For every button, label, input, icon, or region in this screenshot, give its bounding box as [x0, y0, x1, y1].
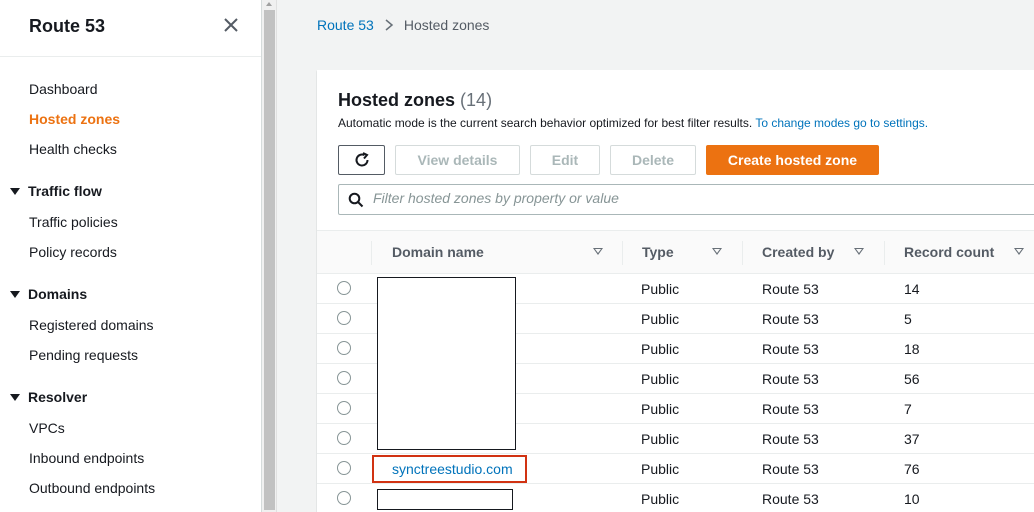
- record-count-cell: 7: [904, 401, 912, 417]
- created-by-cell: Route 53: [762, 311, 819, 327]
- row-radio[interactable]: [337, 431, 351, 445]
- table-header: Domain name Type Created by Record count: [317, 230, 1034, 274]
- chevron-right-icon: [385, 19, 393, 31]
- sidebar-item-vpcs[interactable]: VPCs: [29, 420, 65, 436]
- record-count-cell: 18: [904, 341, 920, 357]
- sidebar-header: Route 53: [0, 0, 261, 57]
- sidebar-title: Route 53: [29, 16, 106, 36]
- redaction-box: [377, 489, 513, 510]
- created-by-cell: Route 53: [762, 371, 819, 387]
- side-navigation: Route 53 Dashboard Hosted zones Health c…: [0, 0, 262, 512]
- sidebar-item-health-checks[interactable]: Health checks: [29, 141, 117, 157]
- highlight-box: [372, 455, 527, 483]
- record-count-cell: 10: [904, 491, 920, 507]
- record-count-cell: 14: [904, 281, 920, 297]
- sidebar-section-traffic-flow[interactable]: Traffic flow: [10, 183, 102, 199]
- sidebar-section-domains[interactable]: Domains: [10, 286, 87, 302]
- sort-icon[interactable]: [854, 248, 864, 255]
- type-cell: Public: [641, 491, 680, 507]
- row-radio[interactable]: [337, 401, 351, 415]
- breadcrumb: Route 53 Hosted zones: [317, 17, 489, 33]
- create-hosted-zone-button[interactable]: Create hosted zone: [706, 145, 879, 175]
- description-text: Automatic mode is the current search beh…: [338, 116, 753, 130]
- created-by-cell: Route 53: [762, 401, 819, 417]
- sort-icon[interactable]: [593, 248, 603, 255]
- type-cell: Public: [641, 281, 680, 297]
- sidebar-section-resolver[interactable]: Resolver: [10, 389, 87, 405]
- record-count-cell: 56: [904, 371, 920, 387]
- sort-icon[interactable]: [712, 248, 722, 255]
- record-count-cell: 5: [904, 311, 912, 327]
- close-icon[interactable]: [222, 16, 240, 34]
- sidebar-section-label: Traffic flow: [28, 183, 102, 199]
- column-header-record-count[interactable]: Record count: [904, 244, 994, 260]
- column-header-domain-name[interactable]: Domain name: [392, 244, 484, 260]
- created-by-cell: Route 53: [762, 281, 819, 297]
- caret-down-icon: [10, 187, 20, 195]
- record-count-cell: 76: [904, 461, 920, 477]
- row-radio[interactable]: [337, 341, 351, 355]
- column-header-created-by[interactable]: Created by: [762, 244, 834, 260]
- type-cell: Public: [641, 311, 680, 327]
- row-radio[interactable]: [337, 281, 351, 295]
- record-count-cell: 37: [904, 431, 920, 447]
- type-cell: Public: [641, 341, 680, 357]
- row-radio[interactable]: [337, 461, 351, 475]
- sidebar-section-label: Resolver: [28, 389, 88, 405]
- sidebar-item-inbound-endpoints[interactable]: Inbound endpoints: [29, 450, 144, 466]
- edit-button[interactable]: Edit: [530, 145, 600, 175]
- type-cell: Public: [641, 461, 680, 477]
- panel-title-text: Hosted zones: [338, 90, 456, 110]
- breadcrumb-route53-link[interactable]: Route 53: [317, 17, 374, 33]
- zone-count: (14): [460, 90, 493, 110]
- row-radio[interactable]: [337, 491, 351, 505]
- caret-down-icon: [10, 393, 20, 401]
- created-by-cell: Route 53: [762, 431, 819, 447]
- scroll-up-icon[interactable]: [266, 2, 272, 6]
- column-divider: [371, 241, 372, 265]
- redaction-box: [377, 277, 516, 450]
- sidebar-item-pending-requests[interactable]: Pending requests: [29, 347, 138, 363]
- delete-button[interactable]: Delete: [610, 145, 696, 175]
- view-details-button[interactable]: View details: [395, 145, 520, 175]
- sidebar-item-registered-domains[interactable]: Registered domains: [29, 317, 154, 333]
- panel-description: Automatic mode is the current search beh…: [338, 116, 928, 130]
- sidebar-item-dashboard[interactable]: Dashboard: [29, 81, 98, 97]
- column-divider: [742, 241, 743, 265]
- sidebar-item-policy-records[interactable]: Policy records: [29, 244, 117, 260]
- sidebar-item-outbound-endpoints[interactable]: Outbound endpoints: [29, 480, 155, 496]
- created-by-cell: Route 53: [762, 491, 819, 507]
- type-cell: Public: [641, 431, 680, 447]
- sort-icon[interactable]: [1014, 248, 1024, 255]
- sidebar-section-label: Domains: [28, 286, 88, 302]
- sidebar-scrollbar[interactable]: [262, 0, 277, 512]
- sidebar-item-traffic-policies[interactable]: Traffic policies: [29, 214, 118, 230]
- hosted-zones-panel: Hosted zones (14) Automatic mode is the …: [317, 70, 1034, 512]
- breadcrumb-current: Hosted zones: [403, 17, 490, 33]
- column-header-type[interactable]: Type: [642, 244, 674, 260]
- created-by-cell: Route 53: [762, 461, 819, 477]
- refresh-icon: [355, 152, 369, 167]
- row-radio[interactable]: [337, 371, 351, 385]
- column-divider: [622, 241, 623, 265]
- search-icon: [348, 192, 364, 208]
- settings-link[interactable]: To change modes go to settings.: [755, 116, 928, 130]
- row-radio[interactable]: [337, 311, 351, 325]
- scroll-thumb[interactable]: [264, 10, 275, 510]
- type-cell: Public: [641, 371, 680, 387]
- refresh-button[interactable]: [338, 145, 385, 175]
- page-title: Hosted zones (14): [338, 90, 492, 111]
- filter-input[interactable]: [373, 190, 973, 206]
- column-divider: [884, 241, 885, 265]
- sidebar-item-hosted-zones[interactable]: Hosted zones: [29, 111, 120, 127]
- created-by-cell: Route 53: [762, 341, 819, 357]
- filter-box[interactable]: [338, 184, 1034, 215]
- caret-down-icon: [10, 290, 20, 298]
- type-cell: Public: [641, 401, 680, 417]
